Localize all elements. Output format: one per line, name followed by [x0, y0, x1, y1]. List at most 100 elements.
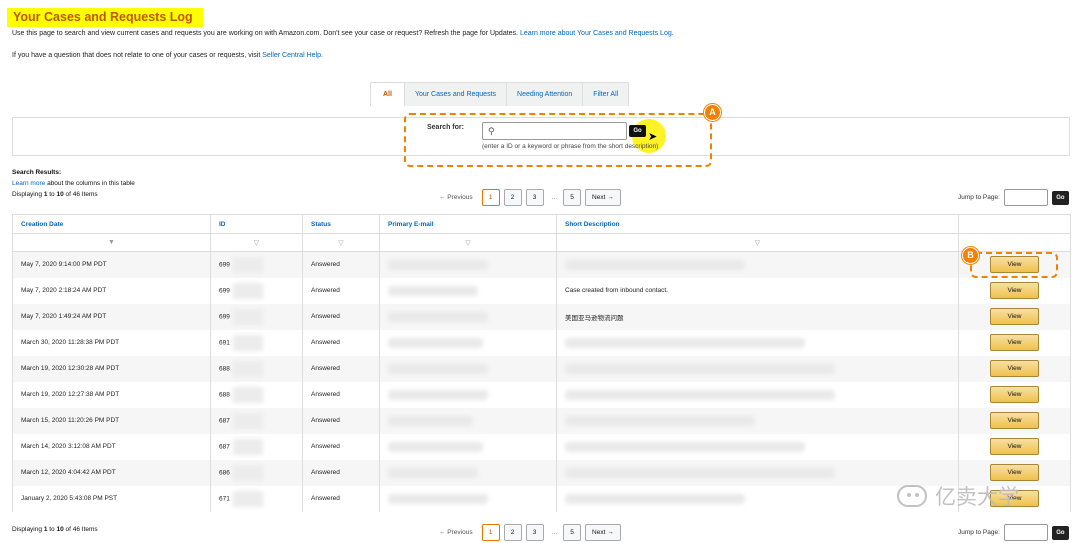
intro-text: Use this page to search and view current…	[12, 30, 674, 37]
column-header-creation-date[interactable]: Creation Date	[12, 214, 211, 234]
view-case-button[interactable]: View	[990, 386, 1039, 403]
redacted-id	[232, 282, 263, 299]
view-case-button[interactable]: View	[990, 308, 1039, 325]
cell-status: Answered	[302, 459, 380, 486]
redacted-email	[388, 441, 483, 452]
tab-filter-all[interactable]: Filter All	[582, 82, 630, 106]
learn-more-log-link[interactable]: Learn more about Your Cases and Requests…	[520, 30, 674, 37]
redacted-description	[565, 415, 755, 426]
jump-go-button[interactable]: Go	[1051, 525, 1069, 540]
view-case-button[interactable]: View	[990, 464, 1039, 481]
page-ellipsis: ...	[551, 194, 558, 201]
jump-to-page: Jump to Page: Go	[958, 189, 1069, 206]
cell-email	[379, 277, 557, 304]
cell-id: 699	[210, 303, 303, 330]
column-header-status[interactable]: Status	[302, 214, 380, 234]
view-case-button[interactable]: View	[990, 360, 1039, 377]
redacted-id	[232, 386, 263, 403]
redacted-description	[565, 467, 835, 478]
redacted-email	[388, 259, 488, 270]
cell-status: Answered	[302, 329, 380, 356]
tab-all[interactable]: All	[370, 82, 405, 106]
help-description: If you have a question that does not rel…	[12, 52, 261, 59]
seller-central-help-link[interactable]: Seller Central Help.	[262, 52, 323, 59]
page-button-2[interactable]: 2	[503, 524, 522, 541]
case-id: 699	[219, 261, 230, 269]
annotation-badge-b: B	[962, 247, 979, 264]
redacted-id	[232, 464, 263, 481]
cell-actions: View	[958, 277, 1071, 304]
jump-label: Jump to Page:	[958, 194, 1000, 201]
cell-email	[379, 433, 557, 460]
sort-toggle-status[interactable]: ▽	[302, 233, 380, 252]
view-case-button[interactable]: View	[990, 282, 1039, 299]
view-case-button[interactable]: View	[990, 412, 1039, 429]
previous-page-link[interactable]: ← Previous	[439, 529, 473, 536]
redacted-description	[565, 337, 805, 348]
case-filter-tabs: All Your Cases and Requests Needing Atte…	[370, 82, 630, 106]
cell-description	[556, 407, 959, 434]
cell-description: 美国亚马逊物流问题	[556, 303, 959, 330]
displaying-count: Displaying 1 to 10 of 46 Items	[12, 191, 98, 198]
cell-id: 699	[210, 277, 303, 304]
next-page-button[interactable]: Next →	[585, 524, 621, 541]
cell-email	[379, 381, 557, 408]
jump-page-input[interactable]	[1003, 524, 1048, 541]
tab-your-cases-and-requests[interactable]: Your Cases and Requests	[403, 82, 508, 106]
column-header-primary-email[interactable]: Primary E-mail	[379, 214, 557, 234]
page-button-1[interactable]: 1	[481, 524, 500, 541]
sort-toggle-id[interactable]: ▽	[210, 233, 303, 252]
page-ellipsis: ...	[551, 529, 558, 536]
page-button-1[interactable]: 1	[481, 189, 500, 206]
table-row: May 7, 2020 2:18:24 AM PDT 699 Answered Cas…	[12, 277, 1071, 304]
cell-creation-date: March 19, 2020 12:27:38 AM PDT	[12, 381, 211, 408]
page-button-5[interactable]: 5	[563, 189, 582, 206]
cell-id: 686	[210, 459, 303, 486]
redacted-description	[565, 441, 805, 452]
column-header-short-description[interactable]: Short Description	[556, 214, 959, 234]
results-heading: Search Results:	[12, 169, 62, 176]
view-case-button[interactable]: View	[990, 438, 1039, 455]
cell-email	[379, 407, 557, 434]
learn-more-columns-text: about the columns in this table	[47, 180, 135, 187]
table-row: May 7, 2020 1:49:24 AM PDT 699 Answered 美国亚…	[12, 303, 1071, 330]
cell-actions: View	[958, 381, 1071, 408]
learn-more-columns-link[interactable]: Learn more	[12, 180, 45, 187]
page-button-3[interactable]: 3	[525, 189, 544, 206]
cell-description	[556, 433, 959, 460]
case-id: 671	[219, 495, 230, 503]
cell-creation-date: May 7, 2020 1:49:24 AM PDT	[12, 303, 211, 330]
intro-description: Use this page to search and view current…	[12, 30, 518, 37]
page-button-2[interactable]: 2	[503, 189, 522, 206]
jump-go-button[interactable]: Go	[1051, 190, 1069, 205]
redacted-email	[388, 493, 488, 504]
sort-toggle-email[interactable]: ▽	[379, 233, 557, 252]
redacted-email	[388, 415, 473, 426]
sort-down-icon: ▽	[465, 239, 471, 247]
annotation-box-a	[404, 113, 712, 167]
sort-down-icon: ▽	[338, 239, 344, 247]
cell-creation-date: March 15, 2020 11:20:26 PM PDT	[12, 407, 211, 434]
cell-status: Answered	[302, 251, 380, 278]
column-header-id[interactable]: ID	[210, 214, 303, 234]
previous-page-link[interactable]: ← Previous	[439, 194, 473, 201]
next-page-button[interactable]: Next →	[585, 189, 621, 206]
cell-actions: View	[958, 355, 1071, 382]
view-case-button[interactable]: View	[990, 334, 1039, 351]
sort-toggle-creation-date[interactable]: ▼	[12, 233, 211, 252]
cell-actions: View	[958, 433, 1071, 460]
cell-description	[556, 251, 959, 278]
table-row: March 19, 2020 12:30:28 AM PDT 688 Answere…	[12, 355, 1071, 382]
page-button-3[interactable]: 3	[525, 524, 544, 541]
jump-label: Jump to Page:	[958, 529, 1000, 536]
jump-to-page-bottom: Jump to Page: Go	[958, 524, 1069, 541]
cell-email	[379, 329, 557, 356]
cell-id: 687	[210, 407, 303, 434]
page-button-5[interactable]: 5	[563, 524, 582, 541]
sort-toggle-description[interactable]: ▽	[556, 233, 959, 252]
sort-down-icon: ▽	[754, 239, 761, 247]
redacted-email	[388, 467, 478, 478]
tab-needing-attention[interactable]: Needing Attention	[506, 82, 584, 106]
jump-page-input[interactable]	[1003, 189, 1048, 206]
cell-id: 671	[210, 485, 303, 512]
